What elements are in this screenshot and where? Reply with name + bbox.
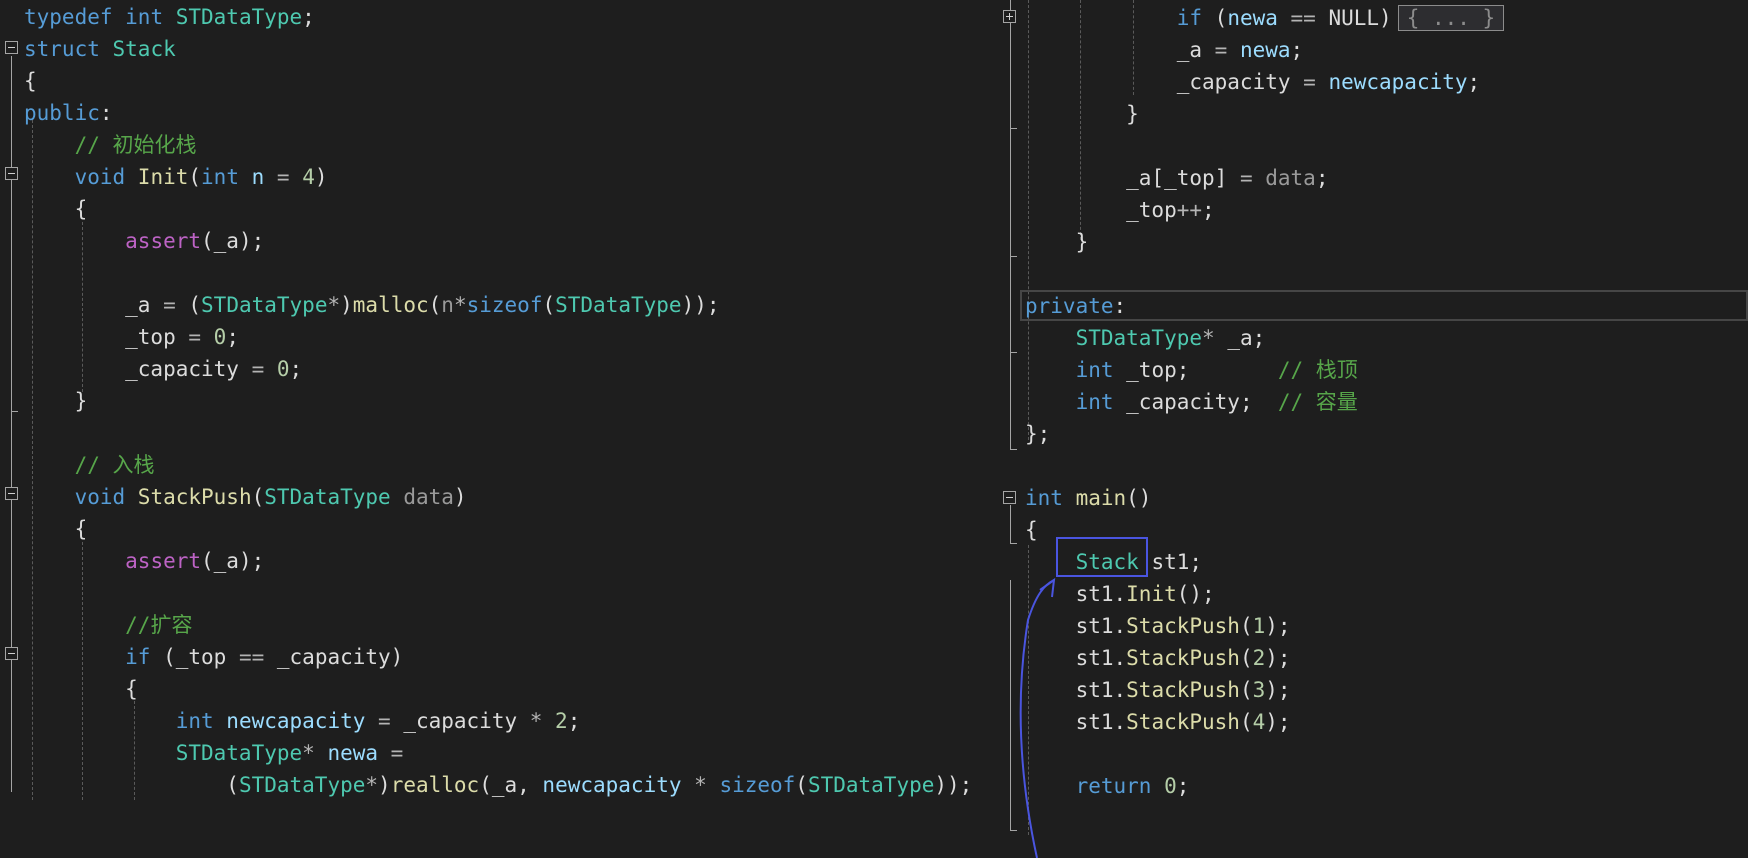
annotation-arrow bbox=[1019, 577, 1056, 858]
arrow-shaft bbox=[1019, 579, 1055, 858]
arrow-head bbox=[1039, 577, 1056, 598]
